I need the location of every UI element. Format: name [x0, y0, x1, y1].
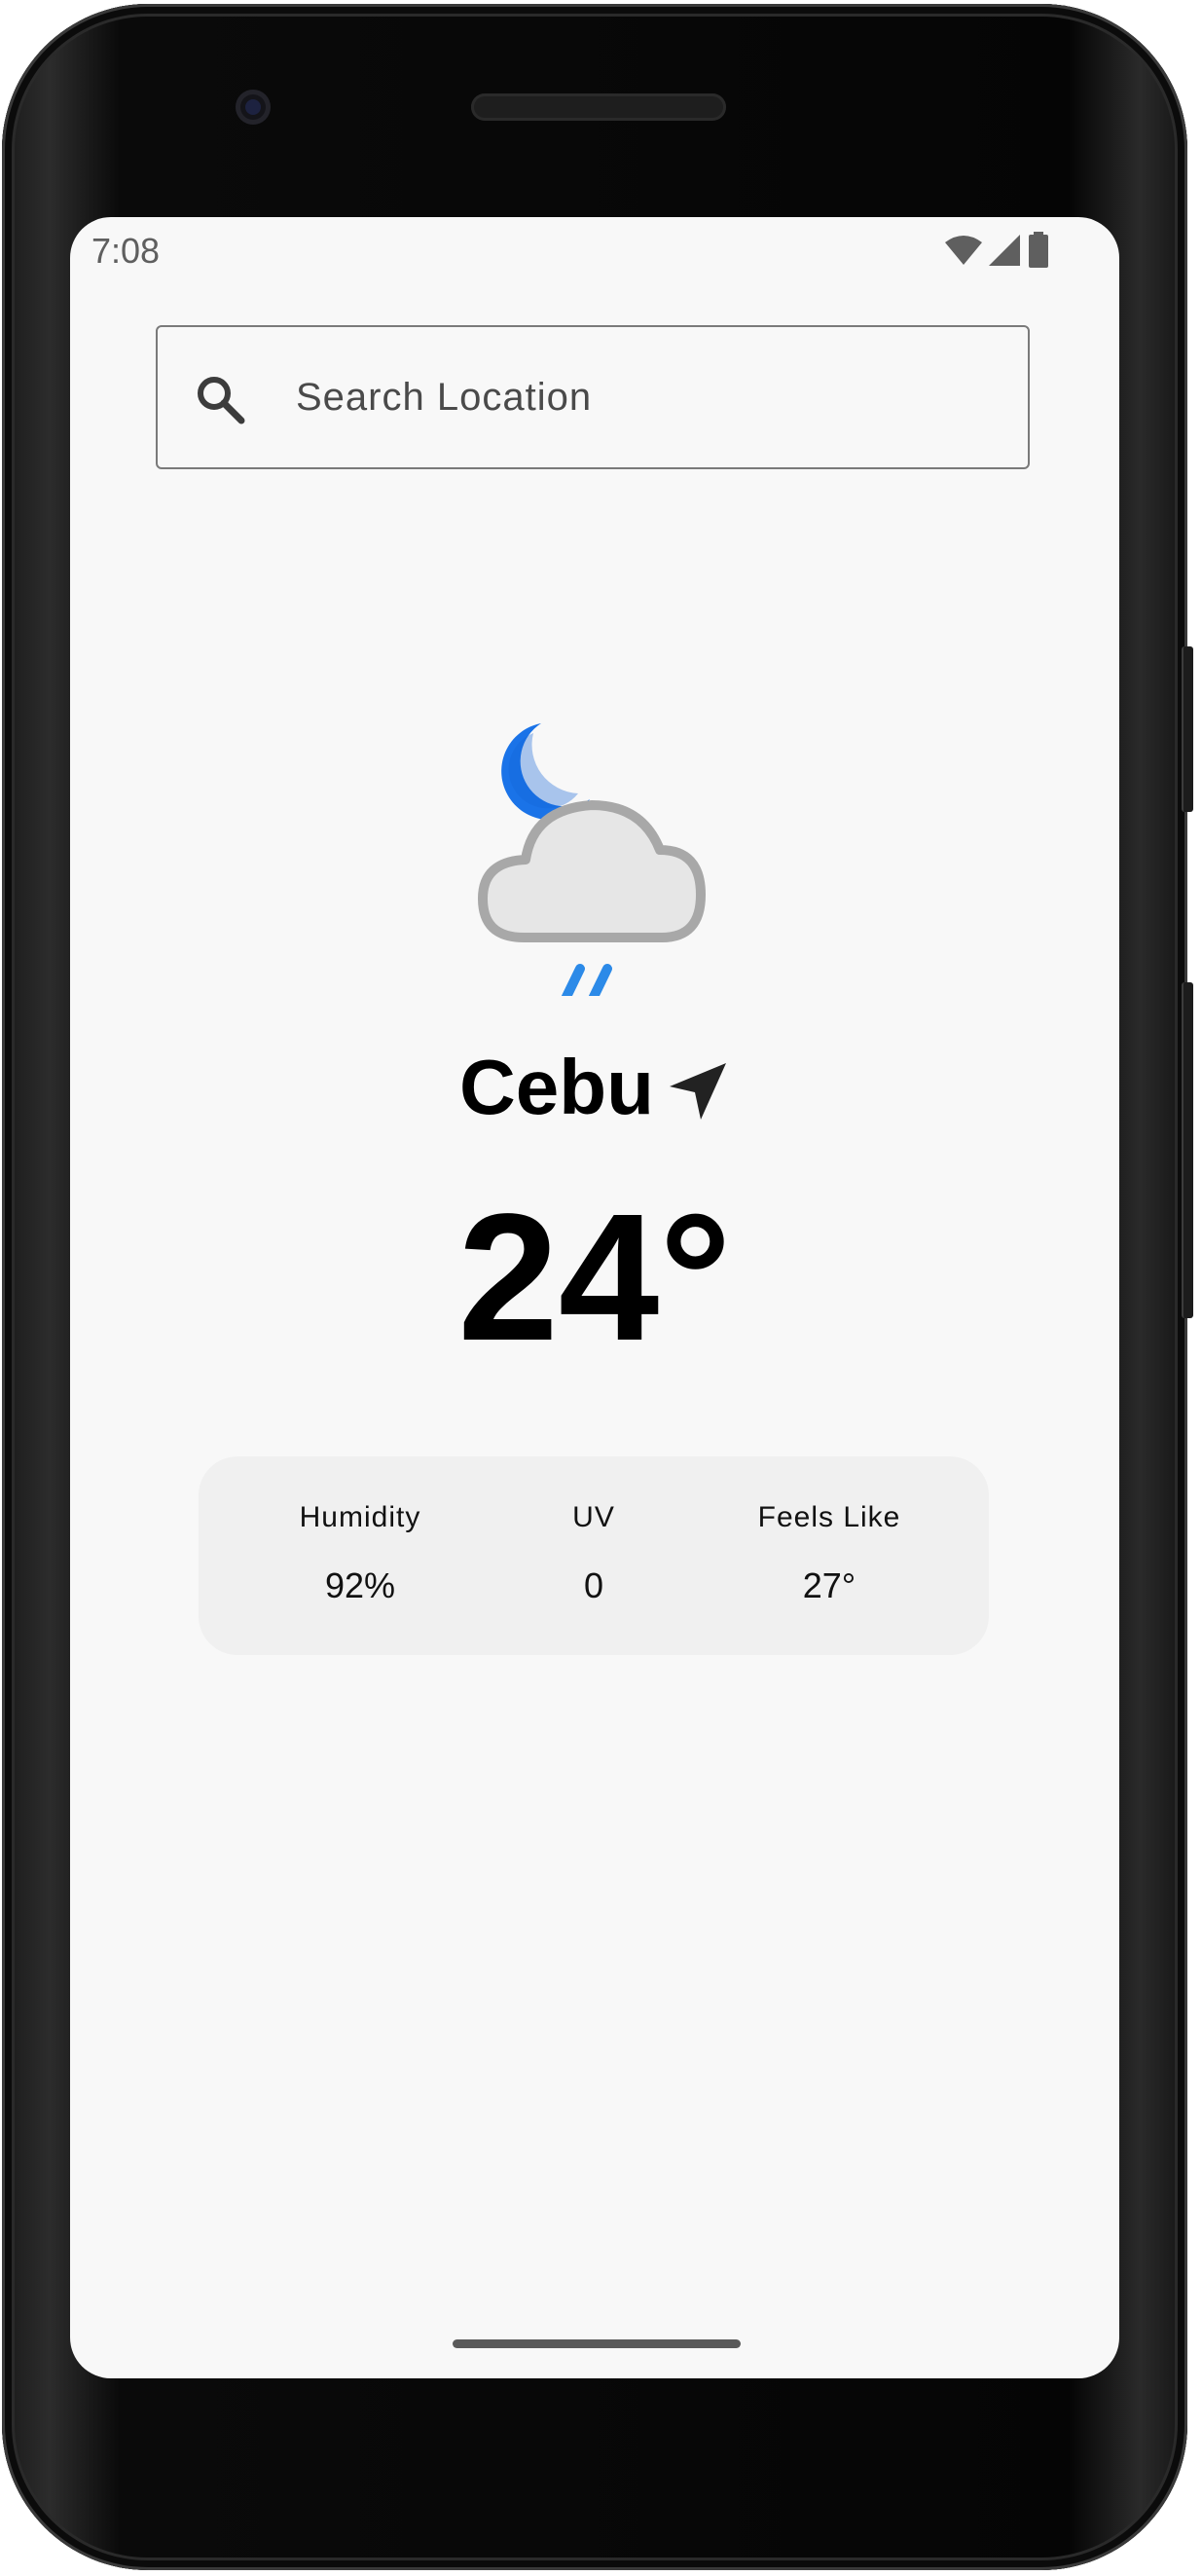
humidity-value: 92%	[324, 1565, 396, 1605]
wifi-icon	[945, 236, 982, 265]
uv-value: 0	[583, 1565, 604, 1605]
search-icon	[198, 377, 245, 424]
phone-frame: 7:08 Search Location Cebu 24° Humidity 9…	[2, 4, 1193, 2570]
earpiece-speaker	[471, 93, 726, 121]
battery-icon	[1029, 232, 1048, 268]
humidity-label: Humidity	[299, 1501, 421, 1533]
city-name: Cebu	[459, 1044, 654, 1130]
app-screen: 7:08 Search Location Cebu 24° Humidity 9…	[70, 217, 1119, 2378]
navigation-arrow-icon[interactable]	[666, 1059, 730, 1123]
current-temperature: 24°	[457, 1177, 732, 1379]
status-time: 7:08	[91, 231, 161, 271]
home-indicator[interactable]	[453, 2339, 741, 2348]
feels-like-label: Feels Like	[757, 1501, 901, 1533]
weather-stats-card: Humidity 92% UV 0 Feels Like 27°	[199, 1456, 989, 1655]
uv-label: UV	[572, 1501, 615, 1533]
volume-button	[1182, 982, 1193, 1318]
search-location-field[interactable]: Search Location	[156, 325, 1030, 469]
feels-like-value: 27°	[802, 1565, 856, 1605]
search-placeholder: Search Location	[296, 376, 593, 419]
front-camera	[236, 90, 271, 125]
power-button	[1182, 646, 1193, 812]
cell-signal-icon	[989, 235, 1020, 266]
city-row: Cebu	[70, 1043, 1119, 1132]
status-icons	[944, 231, 1051, 270]
night-cloud-rain-icon	[478, 723, 706, 996]
